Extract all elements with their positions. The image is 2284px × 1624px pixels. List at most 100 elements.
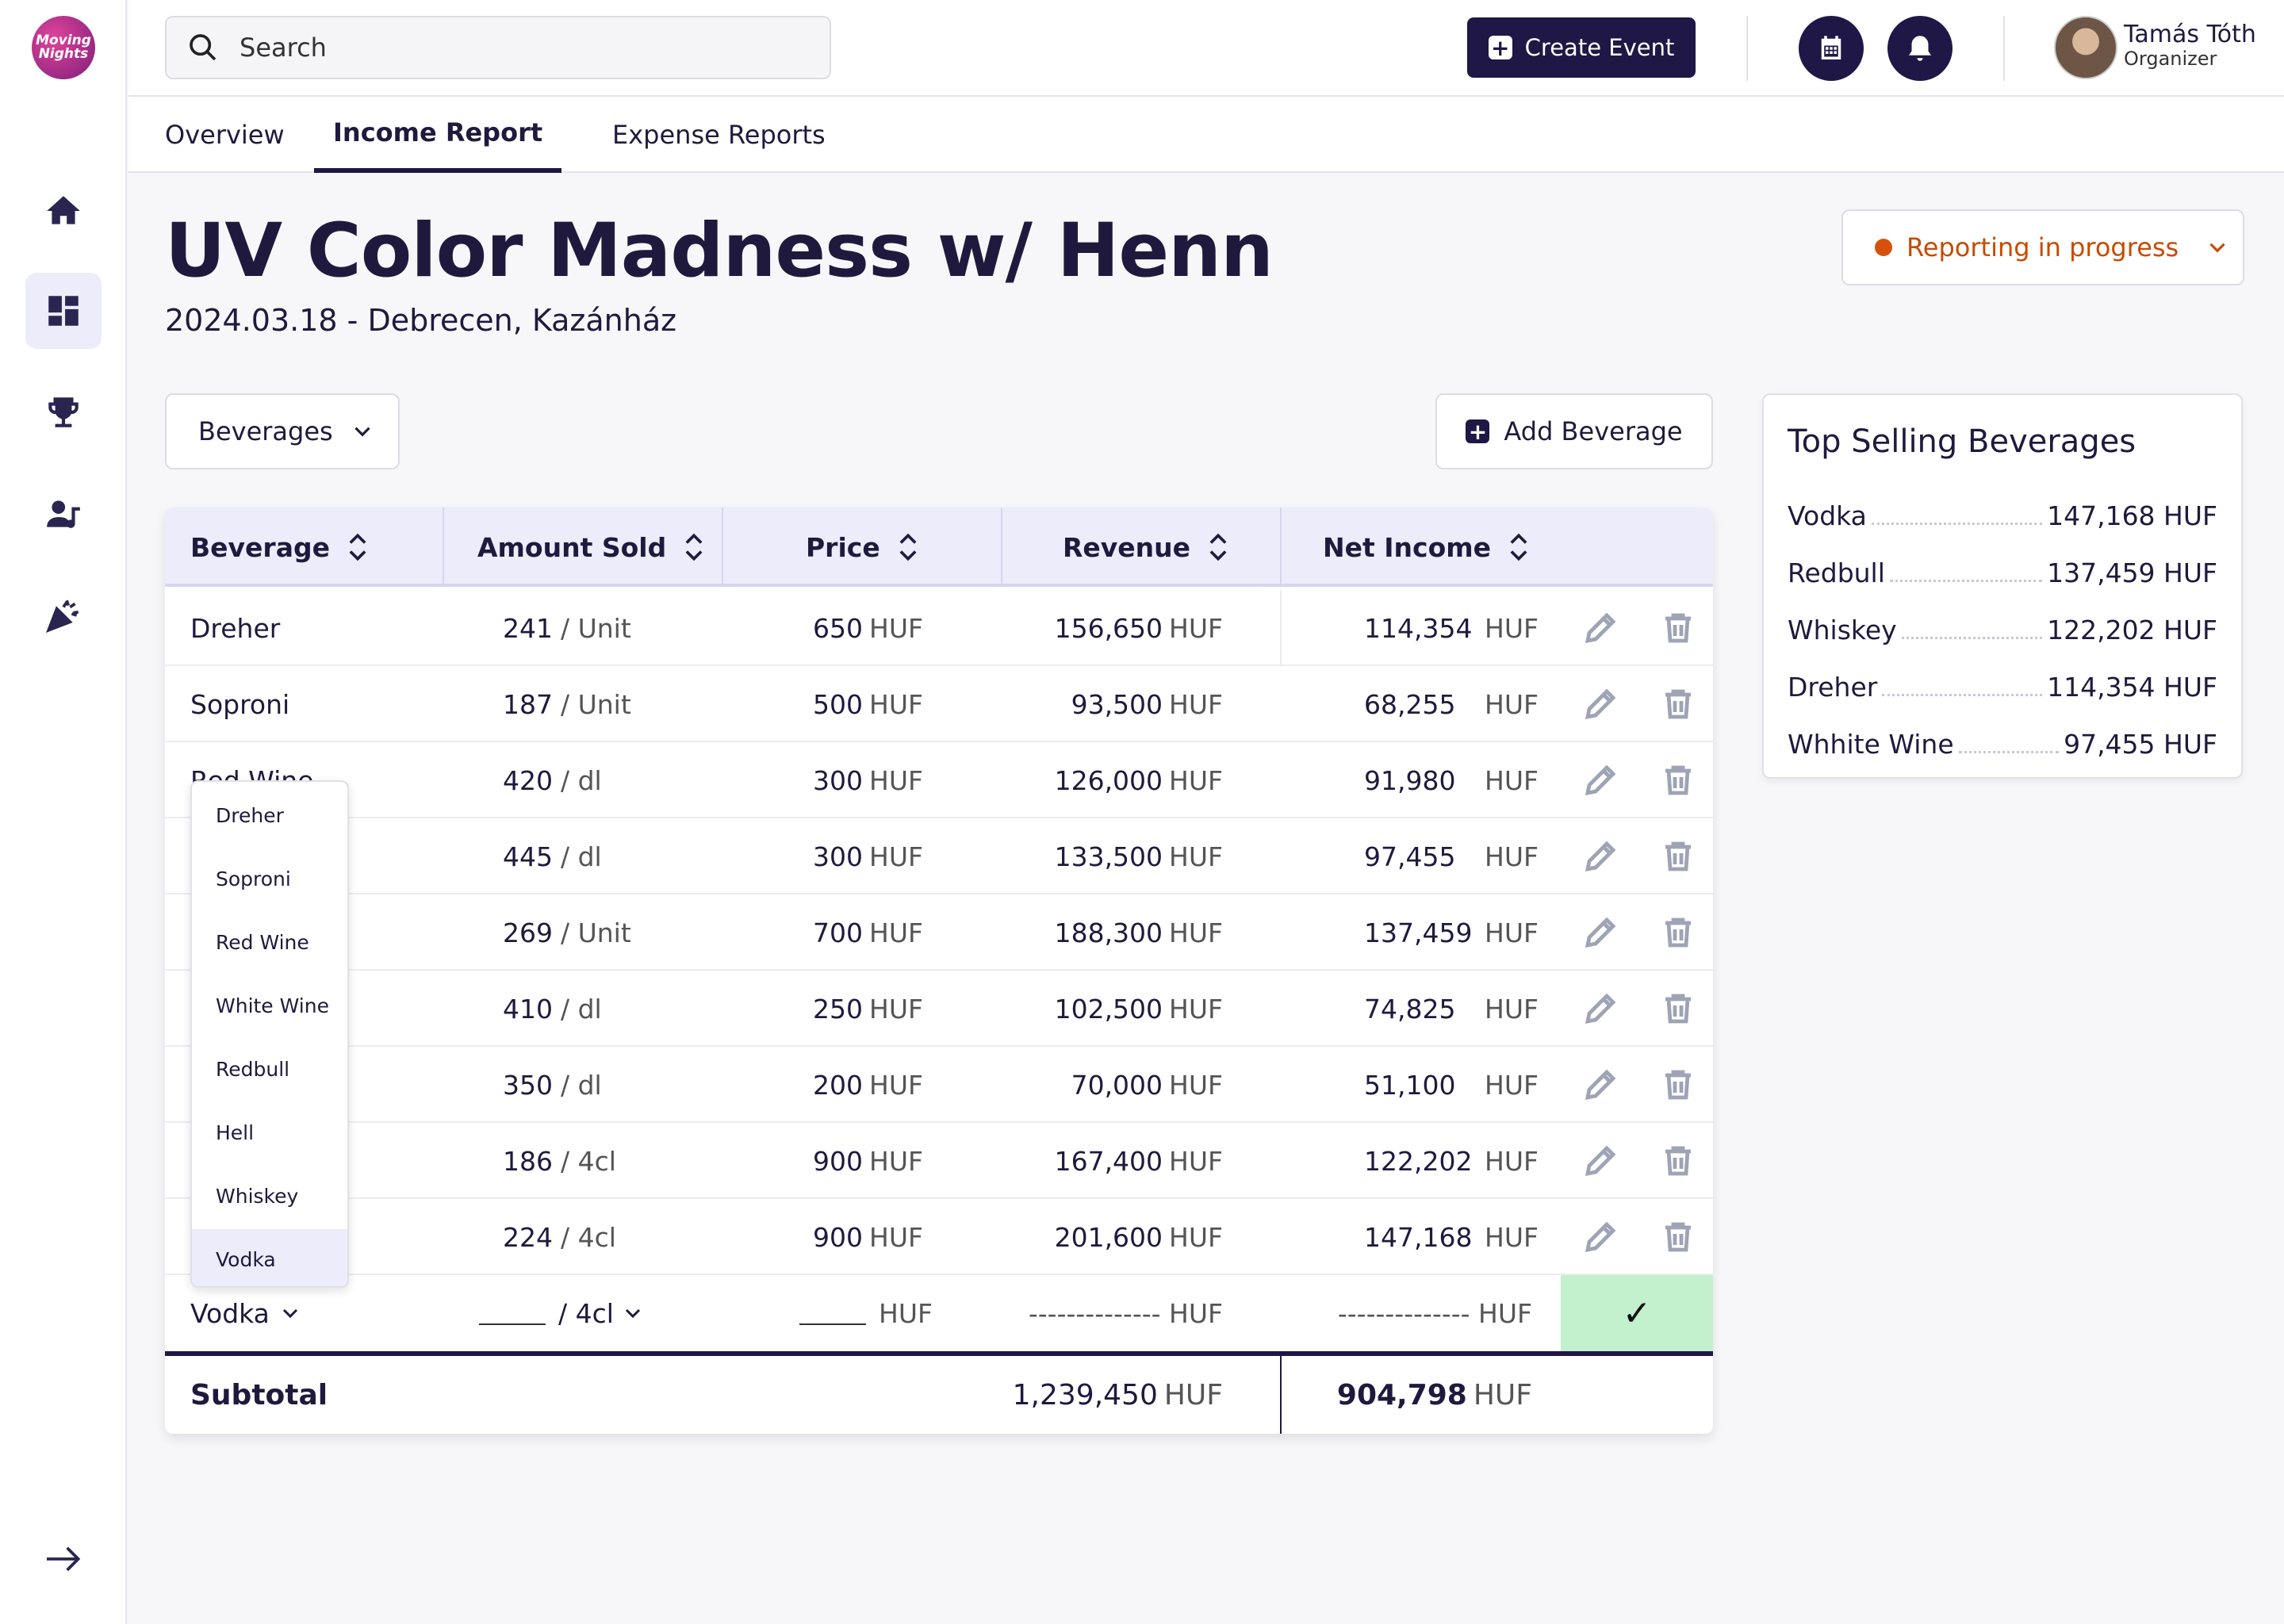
trash-icon[interactable] xyxy=(1659,761,1697,799)
create-event-label: Create Event xyxy=(1524,34,1675,61)
top-selling-title: Top Selling Beverages xyxy=(1788,423,2136,460)
edit-icon[interactable] xyxy=(1581,1066,1619,1104)
amount-value: 420 xyxy=(503,764,553,796)
dropdown-option[interactable]: Dreher xyxy=(192,785,347,845)
currency-label: HUF xyxy=(1485,1145,1539,1177)
create-event-button[interactable]: + Create Event xyxy=(1467,17,1696,78)
price: 200 HUF xyxy=(813,1047,923,1123)
price-input[interactable]: HUF xyxy=(799,1275,933,1351)
chevron-down-icon[interactable] xyxy=(620,1300,646,1326)
divider xyxy=(2003,16,2005,81)
currency-label: HUF xyxy=(869,917,923,948)
sidebar-item-trophy[interactable] xyxy=(25,374,102,450)
subtotal-net: 904,798 HUF xyxy=(1337,1356,1532,1434)
tab-overview[interactable]: Overview xyxy=(165,97,285,173)
edit-icon[interactable] xyxy=(1581,1142,1619,1180)
currency-label: HUF xyxy=(1169,1145,1223,1177)
beverage-select-value: Vodka xyxy=(190,1297,270,1329)
price: 300 HUF xyxy=(813,818,923,894)
column-header-price[interactable]: Price xyxy=(806,508,920,587)
income-table: Beverage Amount Sold Price Revenue Net I… xyxy=(165,508,1713,1434)
calendar-button[interactable] xyxy=(1799,16,1864,81)
notifications-button[interactable] xyxy=(1887,16,1953,81)
column-header-amount[interactable]: Amount Sold xyxy=(477,508,706,587)
subtotal-net-value: 904,798 xyxy=(1336,1378,1467,1411)
tab-expense-reports[interactable]: Expense Reports xyxy=(612,97,826,173)
edit-icon[interactable] xyxy=(1581,914,1619,952)
amount-sold: 187/ Unit xyxy=(503,666,631,742)
revenue-value: 156,650 xyxy=(1054,612,1163,644)
divider xyxy=(1001,508,1002,587)
dropdown-option[interactable]: Red Wine xyxy=(192,912,347,972)
price-blank[interactable] xyxy=(799,1301,866,1325)
chevron-down-icon xyxy=(282,1308,297,1319)
sort-icon xyxy=(349,533,366,561)
edit-icon[interactable] xyxy=(1581,837,1619,875)
dropdown-option[interactable]: Redbull xyxy=(192,1039,347,1099)
revenue-value: 93,500 xyxy=(1071,688,1163,720)
amount-input[interactable]: / 4cl xyxy=(479,1275,646,1351)
tab-income-report[interactable]: Income Report xyxy=(314,97,562,173)
amount-unit: / Unit xyxy=(561,688,631,720)
user-name[interactable]: Tamás Tóth xyxy=(2124,21,2256,48)
bell-icon xyxy=(1909,36,1931,61)
amount-value: 241 xyxy=(503,612,553,644)
subtotal-revenue: 1,239,450 HUF xyxy=(1013,1356,1223,1434)
search-input[interactable] xyxy=(240,33,795,63)
category-dropdown[interactable]: Beverages xyxy=(165,393,400,469)
app-logo[interactable]: Moving Nights xyxy=(32,16,95,79)
sidebar-item-party[interactable] xyxy=(25,577,102,653)
divider xyxy=(1280,1356,1282,1434)
net-income-value: 51,100 xyxy=(1364,1069,1456,1101)
column-header-revenue[interactable]: Revenue xyxy=(1063,508,1230,587)
search-box[interactable] xyxy=(165,16,831,79)
dotted-leader xyxy=(1889,580,2043,582)
dropdown-option[interactable]: Hell xyxy=(192,1102,347,1162)
dropdown-option[interactable]: Whiskey xyxy=(192,1166,347,1226)
chevron-down-icon xyxy=(354,427,370,437)
edit-icon[interactable] xyxy=(1581,1218,1619,1256)
dropdown-option[interactable]: Vodka xyxy=(192,1229,347,1286)
dropdown-option[interactable]: White Wine xyxy=(192,975,347,1036)
currency-label: HUF xyxy=(1485,1221,1539,1253)
currency-label: HUF xyxy=(869,841,923,872)
amount-value: 224 xyxy=(503,1221,553,1253)
currency-label: HUF xyxy=(869,764,923,796)
column-header-net-income[interactable]: Net Income xyxy=(1323,508,1531,587)
sidebar-item-dashboard[interactable] xyxy=(25,273,102,349)
trash-icon[interactable] xyxy=(1659,1066,1697,1104)
trash-icon[interactable] xyxy=(1659,1218,1697,1256)
new-entry-row: Vodka / 4cl HUF -------------- HUF -----… xyxy=(165,1275,1713,1351)
add-beverage-button[interactable]: + Add Beverage xyxy=(1435,393,1713,469)
edit-icon[interactable] xyxy=(1581,685,1619,723)
sidebar-item-home[interactable] xyxy=(25,173,102,249)
dropdown-option[interactable]: Soproni xyxy=(192,848,347,909)
price-value: 200 xyxy=(813,1069,864,1101)
edit-icon[interactable] xyxy=(1581,761,1619,799)
price-value: 900 xyxy=(813,1145,864,1177)
edit-icon[interactable] xyxy=(1581,609,1619,647)
edit-icon[interactable] xyxy=(1581,990,1619,1028)
trash-icon[interactable] xyxy=(1659,685,1697,723)
avatar[interactable] xyxy=(2054,16,2117,79)
trash-icon[interactable] xyxy=(1659,609,1697,647)
net-income-value: 91,980 xyxy=(1364,764,1456,796)
confirm-button[interactable]: ✓ xyxy=(1561,1275,1713,1351)
trash-icon[interactable] xyxy=(1659,990,1697,1028)
revenue-placeholder: -------------- HUF xyxy=(1028,1297,1223,1329)
price-value: 300 xyxy=(813,764,864,796)
currency-label: HUF xyxy=(1485,612,1539,644)
net-income-value: 68,255 xyxy=(1364,688,1456,720)
column-header-beverage[interactable]: Beverage xyxy=(190,508,370,587)
trash-icon[interactable] xyxy=(1659,837,1697,875)
sort-icon xyxy=(1510,533,1527,561)
amount-blank[interactable] xyxy=(479,1301,546,1325)
expand-sidebar-icon[interactable] xyxy=(41,1537,86,1581)
trash-icon[interactable] xyxy=(1659,914,1697,952)
revenue: 102,500 HUF xyxy=(1055,971,1223,1047)
currency-label: HUF xyxy=(1169,993,1223,1025)
amount-sold: 445 / dl xyxy=(503,818,602,894)
sidebar-item-artists[interactable] xyxy=(25,476,102,552)
trash-icon[interactable] xyxy=(1659,1142,1697,1180)
status-dropdown[interactable]: Reporting in progress xyxy=(1841,209,2244,285)
